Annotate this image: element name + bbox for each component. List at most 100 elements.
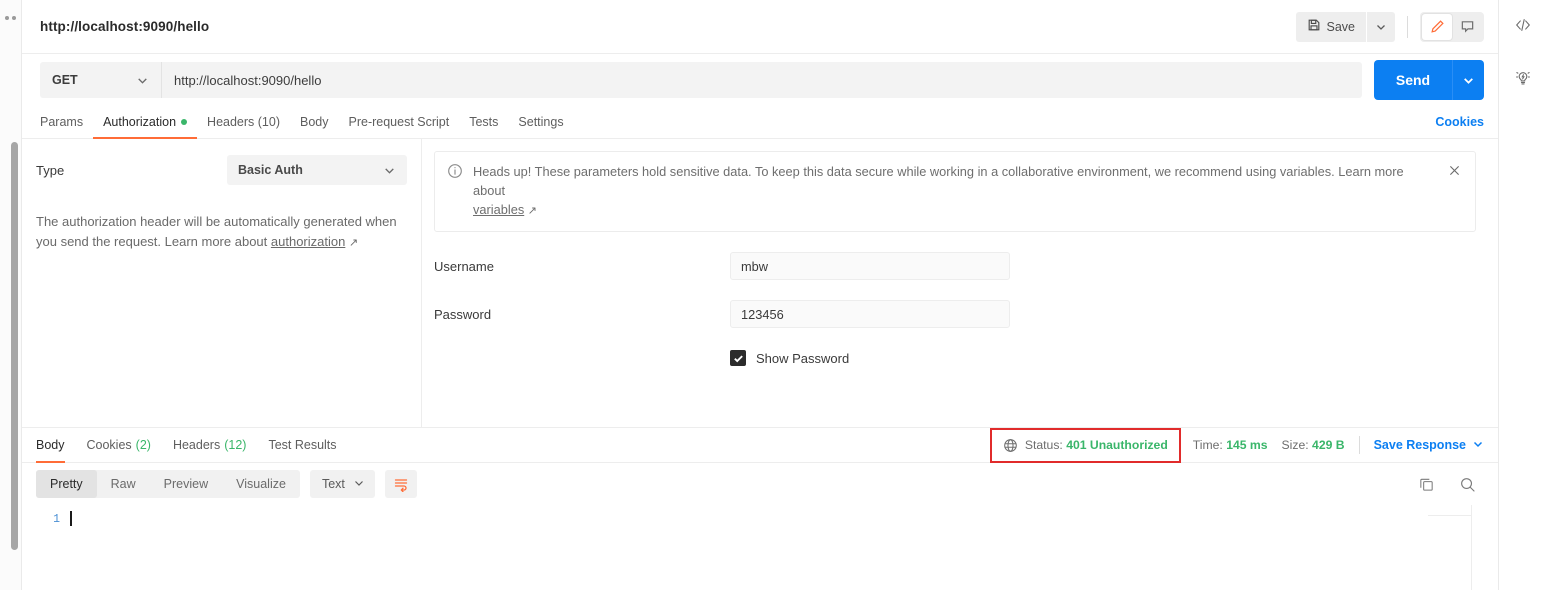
tab-label: Headers [172, 438, 221, 452]
time-metric: Time: 145 ms [1193, 438, 1268, 452]
tab-pre-request-script[interactable]: Pre-request Script [339, 106, 460, 138]
modified-dot-icon [181, 119, 188, 125]
save-button-label: Save [1326, 19, 1356, 34]
line-number: 1 [53, 513, 60, 526]
status-badge: Status: 401 Unauthorized [989, 427, 1181, 463]
code-area[interactable] [68, 505, 1498, 590]
username-input[interactable]: mbw [730, 252, 1010, 280]
url-input[interactable]: http://localhost:9090/hello [162, 62, 1362, 98]
tab-count: (2) [135, 438, 151, 452]
auth-type-select[interactable]: Basic Auth [227, 155, 407, 185]
search-icon[interactable] [1459, 476, 1476, 493]
tab-headers[interactable]: Headers (10) [197, 106, 290, 138]
globe-icon [1003, 438, 1018, 453]
auth-type-row: Type Basic Auth [36, 155, 407, 185]
code-snippet-icon[interactable] [1510, 12, 1536, 38]
view-mode-preview[interactable]: Preview [150, 470, 222, 498]
auth-fields-column: Heads up! These parameters hold sensitiv… [422, 139, 1498, 427]
notice-text-part1: Heads up! These parameters hold sensitiv… [473, 164, 1280, 179]
sidebar-drag-handle[interactable] [5, 16, 16, 20]
chevron-down-icon [136, 74, 149, 87]
external-link-icon: ↗ [527, 205, 537, 217]
send-button[interactable]: Send [1374, 60, 1452, 100]
vertical-scrollbar[interactable] [11, 142, 18, 550]
response-tab-test-results[interactable]: Test Results [257, 428, 347, 462]
chevron-down-icon [353, 477, 365, 492]
line-number-gutter: 1 [22, 505, 68, 590]
size-value: 429 B [1312, 438, 1345, 452]
view-toggle-group [1420, 11, 1484, 42]
view-mode-visualize[interactable]: Visualize [222, 470, 300, 498]
authorization-help-link[interactable]: authorization [271, 234, 345, 249]
response-meta: Status: 401 Unauthorized Time: 145 ms Si… [989, 427, 1484, 463]
save-button[interactable]: Save [1295, 11, 1366, 42]
view-mode-raw[interactable]: Raw [97, 470, 150, 498]
password-input[interactable]: 123456 [730, 300, 1010, 328]
response-tab-headers[interactable]: Headers (12) [162, 428, 257, 462]
close-icon[interactable] [1447, 163, 1463, 221]
save-response-button[interactable]: Save Response [1374, 438, 1484, 453]
view-mode-group: Pretty Raw Preview Visualize [36, 470, 300, 498]
status-label: Status: [1024, 438, 1063, 452]
page-title: http://localhost:9090/hello [40, 19, 210, 34]
right-rail [1498, 0, 1546, 590]
variables-help-link[interactable]: variables [473, 202, 524, 217]
status-value: 401 Unauthorized [1066, 438, 1168, 452]
response-tab-body[interactable]: Body [36, 428, 76, 463]
status-text: Status: 401 Unauthorized [1025, 438, 1168, 452]
tab-count: (12) [224, 438, 247, 452]
tab-body[interactable]: Body [290, 106, 339, 138]
response-toolbar: Pretty Raw Preview Visualize Text [22, 463, 1498, 505]
tab-tests[interactable]: Tests [459, 106, 508, 138]
method-label: GET [52, 73, 78, 87]
copy-icon[interactable] [1418, 476, 1435, 493]
info-circle-icon [447, 163, 463, 221]
format-value: Text [321, 477, 345, 491]
chevron-down-icon [1472, 438, 1484, 453]
tab-label: Params [40, 115, 84, 129]
send-options-button[interactable] [1452, 60, 1484, 100]
chevron-down-icon [383, 164, 396, 177]
request-header: http://localhost:9090/hello Save [22, 0, 1498, 54]
time-value: 145 ms [1226, 438, 1268, 452]
password-label: Password [434, 306, 492, 322]
tab-label: Body [36, 438, 65, 452]
show-password-label: Show Password [756, 350, 850, 366]
editor-right-divider [1471, 505, 1472, 590]
send-group: Send [1374, 60, 1484, 100]
comment-button[interactable] [1452, 14, 1482, 40]
tab-label: Authorization [103, 115, 177, 129]
view-mode-pretty[interactable]: Pretty [36, 470, 97, 498]
tab-params[interactable]: Params [40, 106, 93, 138]
password-row: Password 123456 [434, 300, 1476, 328]
meta-divider [1358, 436, 1360, 454]
save-response-label: Save Response [1373, 438, 1466, 452]
tab-settings[interactable]: Settings [508, 106, 573, 138]
toolbar-right-actions [1418, 476, 1484, 493]
request-tabs: Params Authorization Headers (10) Body P… [22, 106, 1498, 139]
auth-description: The authorization header will be automat… [36, 212, 404, 253]
tab-label: Settings [518, 115, 564, 129]
editor-notch [1428, 515, 1472, 516]
cookies-link[interactable]: Cookies [1435, 115, 1484, 129]
response-body-editor[interactable]: 1 [22, 505, 1498, 590]
auth-type-value: Basic Auth [238, 163, 303, 177]
format-select[interactable]: Text [309, 470, 375, 498]
wrap-lines-button[interactable] [384, 470, 417, 498]
save-options-button[interactable] [1367, 11, 1395, 42]
edit-pencil-button[interactable] [1422, 13, 1452, 40]
header-actions: Save [1295, 11, 1484, 42]
username-row: Username mbw [434, 252, 1476, 280]
response-tab-cookies[interactable]: Cookies (2) [76, 428, 162, 462]
method-select[interactable]: GET [40, 62, 162, 98]
url-bar: GET http://localhost:9090/hello Send [22, 54, 1498, 106]
lightbulb-icon[interactable] [1510, 64, 1536, 90]
tab-label: Tests [469, 115, 499, 129]
text-caret [70, 511, 72, 526]
left-rail [0, 0, 22, 590]
sensitive-data-notice: Heads up! These parameters hold sensitiv… [434, 151, 1476, 232]
tab-label: Cookies [86, 438, 132, 452]
tab-authorization[interactable]: Authorization [93, 106, 198, 139]
show-password-checkbox[interactable] [730, 350, 746, 366]
tab-label: Headers (10) [207, 115, 280, 129]
